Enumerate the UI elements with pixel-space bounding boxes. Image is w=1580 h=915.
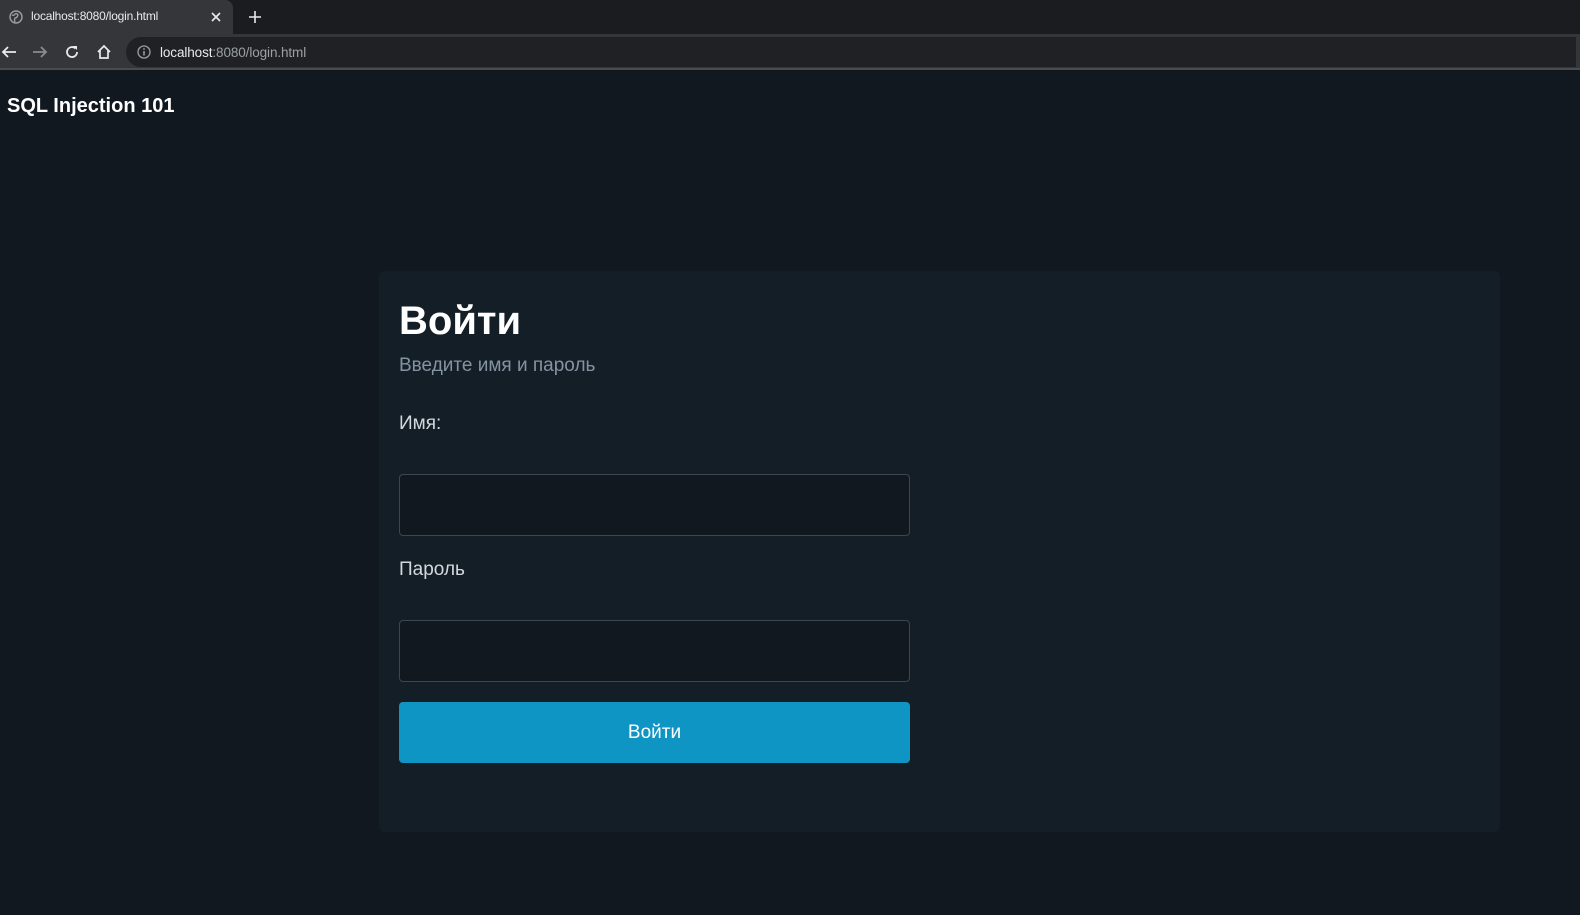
back-arrow-icon[interactable] [0,41,20,63]
home-icon[interactable] [93,41,115,63]
login-card: Войти Введите имя и пароль Имя: Пароль В… [379,271,1500,832]
url-host: localhost [160,45,213,60]
page-content: SQL Injection 101 Войти Введите имя и па… [0,70,1580,915]
username-input[interactable] [399,474,910,536]
url-path: :8080/login.html [212,45,307,60]
plus-icon[interactable] [246,8,264,26]
login-button[interactable]: Войти [399,702,910,763]
reload-icon[interactable] [61,41,83,63]
tab-strip: localhost:8080/login.html [0,0,1580,34]
site-title: SQL Injection 101 [7,95,175,117]
info-icon[interactable] [136,44,152,60]
username-label: Имя: [399,413,442,434]
url-text: localhost:8080/login.html [160,45,306,60]
login-heading: Войти [399,299,522,343]
tab-title: localhost:8080/login.html [31,9,159,23]
password-input[interactable] [399,620,910,682]
forward-arrow-icon[interactable] [29,41,51,63]
browser-chrome: localhost:8080/login.html localhost:8080… [0,0,1580,70]
close-icon[interactable] [209,10,223,24]
address-bar[interactable]: localhost:8080/login.html [126,37,1576,67]
password-label: Пароль [399,559,465,580]
browser-tab[interactable]: localhost:8080/login.html [0,0,233,34]
globe-icon [9,10,23,24]
login-subtitle: Введите имя и пароль [399,355,596,376]
browser-toolbar: localhost:8080/login.html [0,34,1580,70]
